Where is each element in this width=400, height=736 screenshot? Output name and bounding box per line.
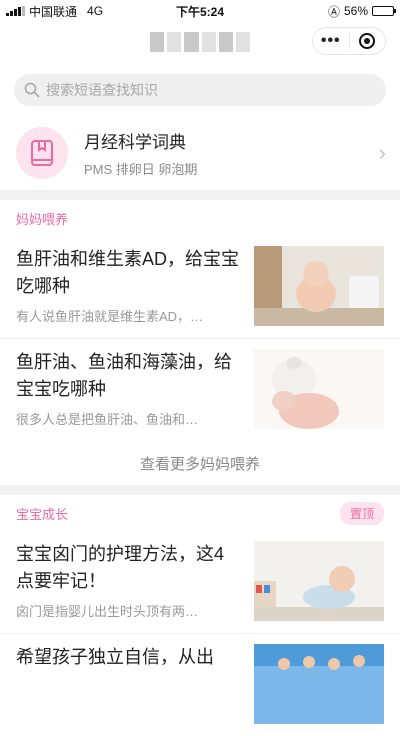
signal-icon xyxy=(6,6,25,16)
section-feeding: 妈妈喂养 鱼肝油和维生素AD，给宝宝吃哪种 有人说鱼肝油就是维生素AD，… 鱼肝… xyxy=(0,200,400,485)
article-desc: 囟门是指婴儿出生时头顶有两… xyxy=(16,604,199,619)
article-title: 希望孩子独立自信，从出 xyxy=(16,647,214,667)
article-item[interactable]: 鱼肝油、鱼油和海藻油，给宝宝吃哪种 很多人总是把鱼肝油、鱼油和… xyxy=(0,339,400,441)
section-title: 妈妈喂养 xyxy=(16,211,69,227)
article-item[interactable]: 希望孩子独立自信，从出 xyxy=(0,634,400,736)
article-text: 鱼肝油和维生素AD，给宝宝吃哪种 有人说鱼肝油就是维生素AD，… xyxy=(16,246,240,326)
search-icon xyxy=(24,82,40,98)
rotation-lock-icon: Ⓐ xyxy=(327,4,340,19)
miniprogram-capsule: ••• xyxy=(312,27,386,55)
status-bar: 中国联通 4G 下午5:24 Ⓐ 56% xyxy=(0,0,400,22)
article-desc: 很多人总是把鱼肝油、鱼油和… xyxy=(16,412,199,427)
status-left: 中国联通 4G xyxy=(6,3,103,20)
article-title: 鱼肝油、鱼油和海藻油，给宝宝吃哪种 xyxy=(16,352,232,399)
article-item[interactable]: 鱼肝油和维生素AD，给宝宝吃哪种 有人说鱼肝油就是维生素AD，… xyxy=(0,236,400,339)
more-feeding-link[interactable]: 查看更多妈妈喂养 xyxy=(0,441,400,485)
dictionary-subtitle: PMS 排卵日 卵泡期 xyxy=(84,162,198,177)
battery-icon xyxy=(372,6,396,16)
search-input[interactable]: 搜索短语查找知识 xyxy=(14,74,386,106)
article-thumbnail xyxy=(254,246,384,326)
article-thumbnail xyxy=(254,541,384,621)
search-placeholder: 搜索短语查找知识 xyxy=(46,82,158,98)
article-desc: 有人说鱼肝油就是维生素AD，… xyxy=(16,309,204,324)
pinned-badge: 置顶 xyxy=(339,501,384,525)
book-icon xyxy=(16,127,68,179)
carrier-label: 中国联通 xyxy=(29,4,78,19)
dictionary-title: 月经科学词典 xyxy=(84,133,186,152)
section-header: 妈妈喂养 xyxy=(0,200,400,236)
article-text: 鱼肝油、鱼油和海藻油，给宝宝吃哪种 很多人总是把鱼肝油、鱼油和… xyxy=(16,349,240,429)
article-thumbnail xyxy=(254,644,384,724)
article-title: 鱼肝油和维生素AD，给宝宝吃哪种 xyxy=(16,249,240,296)
article-text: 宝宝囟门的护理方法，这4点要牢记！ 囟门是指婴儿出生时头顶有两… xyxy=(16,541,240,621)
more-dots-icon[interactable]: ••• xyxy=(313,28,349,54)
dictionary-text: 月经科学词典 PMS 排卵日 卵泡期 xyxy=(84,128,379,178)
dictionary-entry[interactable]: 月经科学词典 PMS 排卵日 卵泡期 › xyxy=(0,116,400,190)
section-header: 宝宝成长 置顶 xyxy=(0,495,400,531)
article-item[interactable]: 宝宝囟门的护理方法，这4点要牢记！ 囟门是指婴儿出生时头顶有两… xyxy=(0,531,400,634)
status-right: Ⓐ 56% xyxy=(327,3,396,20)
target-icon xyxy=(359,33,376,49)
battery-label: 56% xyxy=(343,4,368,18)
article-text: 希望孩子独立自信，从出 xyxy=(16,644,240,724)
section-title: 宝宝成长 xyxy=(16,506,69,522)
section-growth: 宝宝成长 置顶 宝宝囟门的护理方法，这4点要牢记！ 囟门是指婴儿出生时头顶有两…… xyxy=(0,495,400,736)
article-thumbnail xyxy=(254,349,384,429)
nav-bar: ••• xyxy=(0,22,400,62)
section-gap xyxy=(0,485,400,495)
network-label: 4G xyxy=(87,4,104,18)
close-miniprogram-button[interactable] xyxy=(350,33,386,49)
article-title: 宝宝囟门的护理方法，这4点要牢记！ xyxy=(16,544,225,591)
section-gap xyxy=(0,190,400,200)
chevron-right-icon: › xyxy=(378,140,386,165)
page-title-blurred xyxy=(150,32,251,52)
search-area: 搜索短语查找知识 xyxy=(0,62,400,116)
